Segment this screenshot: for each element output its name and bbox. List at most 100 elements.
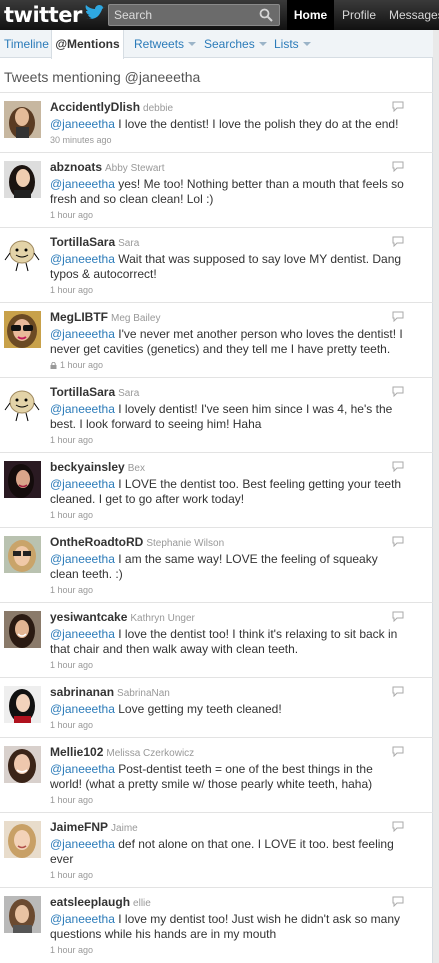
tweet-text: @janeeetha I love my dentist too! Just w… (50, 912, 406, 942)
mention-link[interactable]: @janeeetha (50, 252, 115, 266)
tab-timeline[interactable]: Timeline (4, 30, 49, 58)
timestamp[interactable]: 1 hour ago (60, 360, 103, 370)
reply-icon[interactable] (392, 611, 404, 622)
timestamp[interactable]: 1 hour ago (50, 210, 406, 221)
nav-messages[interactable]: Messages (383, 0, 439, 30)
reply-icon[interactable] (392, 536, 404, 547)
tweet-item[interactable]: yesiwantcake Kathryn Unger @janeeetha I l… (0, 602, 433, 677)
full-name: Meg Bailey (111, 313, 161, 324)
timestamp[interactable]: 1 hour ago (50, 585, 406, 596)
avatar[interactable] (4, 311, 41, 348)
screen-name[interactable]: MegLIBTF (50, 310, 108, 324)
screen-name[interactable]: TortillaSara (50, 235, 115, 249)
tab-label: Timeline (4, 37, 49, 51)
timeline-tabs: Timeline @Mentions Retweets Searches Lis… (0, 30, 433, 59)
avatar[interactable] (4, 386, 41, 423)
tweet-text: @janeeetha I lovely dentist! I've seen h… (50, 402, 406, 432)
screen-name[interactable]: OntheRoadtoRD (50, 535, 143, 549)
reply-icon[interactable] (392, 461, 404, 472)
search-box[interactable] (108, 4, 280, 26)
screen-name[interactable]: eatsleeplaugh (50, 895, 130, 909)
tweet-text: @janeeetha I've never met another person… (50, 327, 406, 357)
screen-name[interactable]: JaimeFNP (50, 820, 108, 834)
tweet-item[interactable]: OntheRoadtoRD Stephanie Wilson @janeeetha… (0, 527, 433, 602)
mention-link[interactable]: @janeeetha (50, 477, 115, 491)
mention-link[interactable]: @janeeetha (50, 837, 115, 851)
search-input[interactable] (109, 5, 259, 25)
mention-link[interactable]: @janeeetha (50, 627, 115, 641)
tweet-item[interactable]: JaimeFNP Jaime @janeeetha def not alone o… (0, 812, 433, 887)
reply-icon[interactable] (392, 686, 404, 697)
avatar[interactable] (4, 746, 41, 783)
timestamp[interactable]: 1 hour ago (50, 945, 406, 956)
reply-icon[interactable] (392, 236, 404, 247)
full-name: Bex (127, 463, 145, 474)
tweet-item[interactable]: abznoats Abby Stewart @janeeetha yes! Me … (0, 152, 433, 227)
tab-label: @Mentions (55, 37, 120, 51)
screen-name[interactable]: beckyainsley (50, 460, 125, 474)
timestamp[interactable]: 30 minutes ago (50, 135, 406, 146)
avatar[interactable] (4, 161, 41, 198)
timestamp[interactable]: 1 hour ago (50, 795, 406, 806)
nav-home[interactable]: Home (287, 0, 334, 30)
mention-link[interactable]: @janeeetha (50, 117, 115, 131)
reply-icon[interactable] (392, 311, 404, 322)
mention-link[interactable]: @janeeetha (50, 402, 115, 416)
twitter-logo[interactable]: twitter (4, 2, 108, 28)
chevron-down-icon (188, 42, 197, 46)
reply-icon[interactable] (392, 101, 404, 112)
avatar[interactable] (4, 536, 41, 573)
mention-link[interactable]: @janeeetha (50, 762, 115, 776)
tweet-item[interactable]: AccidentlyDlish debbie @janeeetha I love … (0, 92, 433, 152)
tweet-item[interactable]: Mellie102 Melissa Czerkowicz @janeeetha P… (0, 737, 433, 812)
mention-link[interactable]: @janeeetha (50, 702, 115, 716)
tweet-text: @janeeetha def not alone on that one. I … (50, 837, 406, 867)
tweet-item[interactable]: TortillaSara Sara @janeeetha Wait that wa… (0, 227, 433, 302)
scrollbar[interactable] (433, 30, 439, 963)
avatar[interactable] (4, 101, 41, 138)
avatar[interactable] (4, 896, 41, 933)
reply-icon[interactable] (392, 161, 404, 172)
reply-icon[interactable] (392, 896, 404, 907)
mention-link[interactable]: @janeeetha (50, 912, 115, 926)
avatar[interactable] (4, 821, 41, 858)
screen-name[interactable]: TortillaSara (50, 385, 115, 399)
tab-searches[interactable]: Searches (204, 30, 267, 58)
tweet-text: @janeeetha yes! Me too! Nothing better t… (50, 177, 406, 207)
screen-name[interactable]: sabrinanan (50, 685, 114, 699)
avatar[interactable] (4, 611, 41, 648)
avatar[interactable] (4, 236, 41, 273)
timestamp[interactable]: 1 hour ago (50, 285, 406, 296)
timestamp[interactable]: 1 hour ago (50, 660, 406, 671)
mention-link[interactable]: @janeeetha (50, 552, 115, 566)
timestamp[interactable]: 1 hour ago (50, 720, 406, 731)
screen-name[interactable]: AccidentlyDlish (50, 100, 140, 114)
tab-mentions[interactable]: @Mentions (51, 30, 124, 59)
screen-name[interactable]: Mellie102 (50, 745, 103, 759)
tweet-item[interactable]: beckyainsley Bex @janeeetha I LOVE the de… (0, 452, 433, 527)
tweet-item[interactable]: MegLIBTF Meg Bailey @janeeetha I've never… (0, 302, 433, 377)
nav-profile[interactable]: Profile (336, 0, 382, 30)
mention-link[interactable]: @janeeetha (50, 177, 115, 191)
tweet-item[interactable]: TortillaSara Sara @janeeetha I lovely den… (0, 377, 433, 452)
timestamp[interactable]: 1 hour ago (50, 870, 406, 881)
tab-label: Lists (274, 37, 299, 51)
timestamp[interactable]: 1 hour ago (50, 510, 406, 521)
full-name: Kathryn Unger (130, 613, 195, 624)
tweet-item[interactable]: sabrinanan SabrinaNan @janeeetha Love get… (0, 677, 433, 737)
tab-label: Retweets (134, 37, 185, 51)
screen-name[interactable]: yesiwantcake (50, 610, 127, 624)
tab-retweets[interactable]: Retweets (134, 30, 197, 58)
search-icon[interactable] (259, 8, 273, 22)
reply-icon[interactable] (392, 821, 404, 832)
avatar[interactable] (4, 461, 41, 498)
reply-icon[interactable] (392, 386, 404, 397)
tweet-text: @janeeetha I LOVE the dentist too. Best … (50, 477, 406, 507)
mention-link[interactable]: @janeeetha (50, 327, 115, 341)
tab-lists[interactable]: Lists (274, 30, 311, 58)
screen-name[interactable]: abznoats (50, 160, 102, 174)
reply-icon[interactable] (392, 746, 404, 757)
timestamp[interactable]: 1 hour ago (50, 435, 406, 446)
avatar[interactable] (4, 686, 41, 723)
tweet-item[interactable]: eatsleeplaugh ellie @janeeetha I love my … (0, 887, 433, 963)
